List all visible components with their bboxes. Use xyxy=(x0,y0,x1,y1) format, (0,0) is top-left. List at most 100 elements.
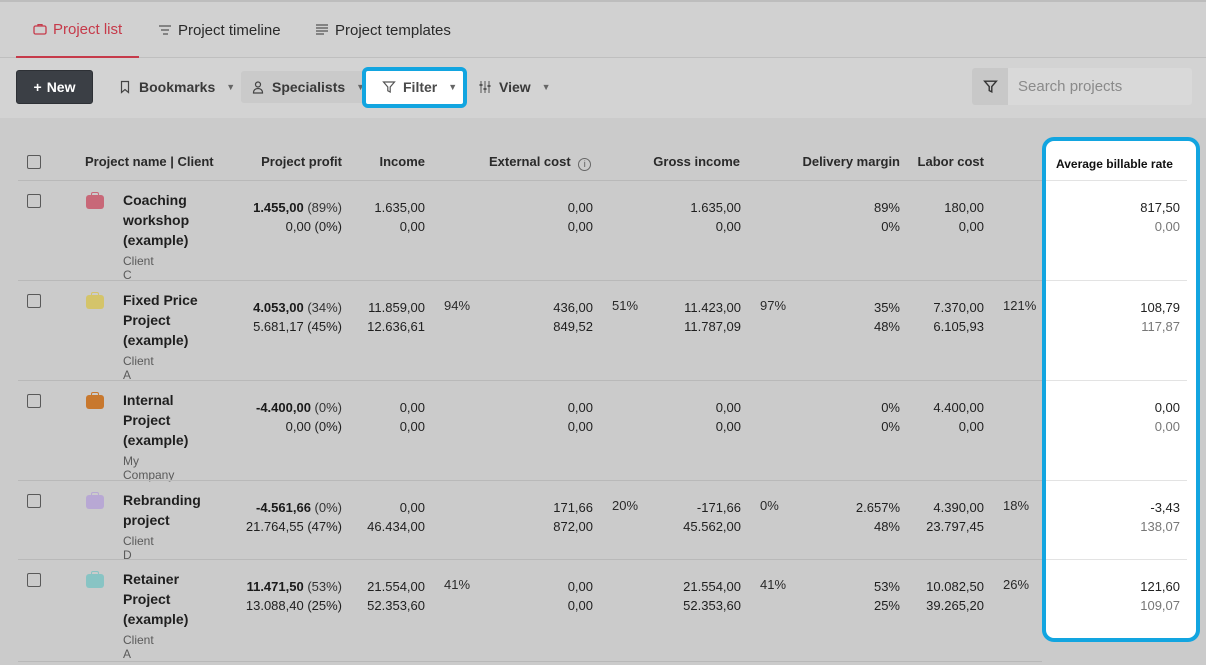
search-filter-button[interactable] xyxy=(972,68,1008,105)
template-icon xyxy=(316,24,328,35)
project-profit: 1.455,00 (89%) 0,00 (0%) xyxy=(200,198,342,236)
average-billable-rate-value: 121,60 xyxy=(1140,579,1180,594)
project-profit-amount: -4.400,00 xyxy=(256,400,311,415)
row-checkbox[interactable] xyxy=(27,494,41,508)
average-billable-rate-cell: 108,79 117,87 xyxy=(1140,298,1180,336)
tab-label: Project timeline xyxy=(178,21,281,39)
row-checkbox[interactable] xyxy=(27,294,41,308)
gross-income: -171,66 45.562,00 xyxy=(640,498,741,536)
tab-project-list[interactable]: Project list xyxy=(16,2,140,58)
tab-project-timeline[interactable]: Project timeline xyxy=(158,2,281,58)
income: 1.635,00 0,00 xyxy=(340,198,425,236)
header-delivery-margin[interactable]: Delivery margin xyxy=(790,154,900,169)
header-external-cost-label: External cost xyxy=(489,154,571,169)
client-name: Client C xyxy=(123,254,154,282)
project-profit: -4.561,66 (0%) 21.764,55 (47%) xyxy=(200,498,342,536)
delivery-margin-value: 89% xyxy=(873,200,900,215)
gross-income-percent: 41% xyxy=(760,577,787,592)
external-cost-value: 0,00 xyxy=(567,200,593,215)
timeline-icon xyxy=(159,25,171,35)
row-divider xyxy=(18,480,1042,481)
header-average-billable-rate[interactable]: Average billable rate xyxy=(1056,157,1173,171)
gross-income: 21.554,00 52.353,60 xyxy=(640,577,741,615)
labor-cost-value: 4.390,00 xyxy=(933,500,984,515)
project-color-icon xyxy=(86,392,104,409)
project-color-icon xyxy=(86,492,104,509)
delivery-margin: 53% 25% xyxy=(820,577,900,615)
header-gross-income[interactable]: Gross income xyxy=(640,154,740,169)
gross-income-percent: 97% xyxy=(760,298,787,313)
chevron-down-icon: ▼ xyxy=(448,82,458,92)
project-profit-amount: 1.455,00 xyxy=(253,200,304,215)
header-project-name[interactable]: Project name | Client xyxy=(85,154,214,169)
project-color-icon xyxy=(86,292,104,309)
external-cost-percent: 51% xyxy=(612,298,639,313)
row-divider xyxy=(18,559,1042,560)
income: 0,00 0,00 xyxy=(340,398,425,436)
rate-divider xyxy=(1046,480,1187,481)
gross-income-value: -171,66 xyxy=(696,500,741,515)
delivery-margin-previous: 48% xyxy=(873,519,900,534)
select-all-checkbox[interactable] xyxy=(27,155,41,169)
filter-dropdown[interactable]: Filter ▼ xyxy=(372,71,467,103)
external-cost-value: 436,00 xyxy=(553,300,593,315)
specialists-dropdown[interactable]: Specialists ▼ xyxy=(241,71,376,103)
delivery-margin-previous: 48% xyxy=(873,319,900,334)
info-icon[interactable]: i xyxy=(578,158,592,171)
new-project-button[interactable]: + New xyxy=(16,70,93,104)
income-previous: 46.434,00 xyxy=(367,519,425,534)
project-profit-previous: 0,00 (0%) xyxy=(285,219,342,234)
client-name: My Company xyxy=(123,454,175,482)
header-income[interactable]: Income xyxy=(355,154,425,169)
project-profit: -4.400,00 (0%) 0,00 (0%) xyxy=(200,398,342,436)
external-cost-previous: 0,00 xyxy=(567,219,593,234)
row-checkbox[interactable] xyxy=(27,573,41,587)
average-billable-rate-value: -3,43 xyxy=(1150,500,1180,515)
project-profit-amount: 11.471,50 xyxy=(246,579,304,594)
labor-cost: 4.400,00 0,00 xyxy=(905,398,984,436)
delivery-margin-previous: 0% xyxy=(881,419,900,434)
bookmarks-dropdown[interactable]: Bookmarks ▼ xyxy=(108,71,245,103)
rate-divider xyxy=(1046,180,1187,181)
tab-label: Project list xyxy=(53,20,123,38)
project-tabs: Project list Project timeline Project te… xyxy=(0,0,1206,58)
income-value: 1.635,00 xyxy=(374,200,425,215)
gross-income: 11.423,00 11.787,09 xyxy=(640,298,741,336)
new-button-label: New xyxy=(46,79,76,95)
labor-cost-value: 4.400,00 xyxy=(933,400,984,415)
external-cost-previous: 849,52 xyxy=(553,319,593,334)
average-billable-rate-column: Average billable rate 817,50 0,00 108,79 11… xyxy=(1042,137,1200,642)
header-labor-cost[interactable]: Labor cost xyxy=(905,154,984,169)
rate-divider xyxy=(1046,559,1187,560)
header-external-cost[interactable]: External cost i xyxy=(489,154,592,171)
row-checkbox[interactable] xyxy=(27,394,41,408)
external-cost-value: 0,00 xyxy=(567,579,593,594)
filter-icon xyxy=(982,80,998,93)
row-divider xyxy=(18,380,1042,381)
gross-income-previous: 0,00 xyxy=(715,219,741,234)
external-cost-percent: 20% xyxy=(612,498,639,513)
row-checkbox[interactable] xyxy=(27,194,41,208)
tab-project-templates[interactable]: Project templates xyxy=(315,2,451,58)
average-billable-rate-cell: 0,00 0,00 xyxy=(1155,398,1180,436)
labor-cost-percent: 18% xyxy=(1003,498,1030,513)
project-color-icon xyxy=(86,192,104,209)
gross-income-value: 21.554,00 xyxy=(683,579,741,594)
average-billable-rate-previous: 138,07 xyxy=(1140,519,1180,534)
chevron-down-icon: ▼ xyxy=(541,82,551,92)
income-previous: 0,00 xyxy=(399,419,425,434)
search-input[interactable] xyxy=(1008,68,1192,105)
header-divider xyxy=(18,180,1184,181)
chevron-down-icon: ▼ xyxy=(226,82,236,92)
income-previous: 52.353,60 xyxy=(367,598,425,613)
delivery-margin-previous: 0% xyxy=(881,219,900,234)
labor-cost-previous: 23.797,45 xyxy=(926,519,984,534)
project-profit-percent: (53%) xyxy=(303,579,342,594)
average-billable-rate-value: 817,50 xyxy=(1140,200,1180,215)
average-billable-rate-cell: 817,50 0,00 xyxy=(1140,198,1180,236)
specialists-label: Specialists xyxy=(272,79,346,95)
header-project-profit[interactable]: Project profit xyxy=(240,154,342,169)
income-value: 21.554,00 xyxy=(367,579,425,594)
labor-cost: 4.390,00 23.797,45 xyxy=(905,498,984,536)
view-dropdown[interactable]: View ▼ xyxy=(468,71,561,103)
